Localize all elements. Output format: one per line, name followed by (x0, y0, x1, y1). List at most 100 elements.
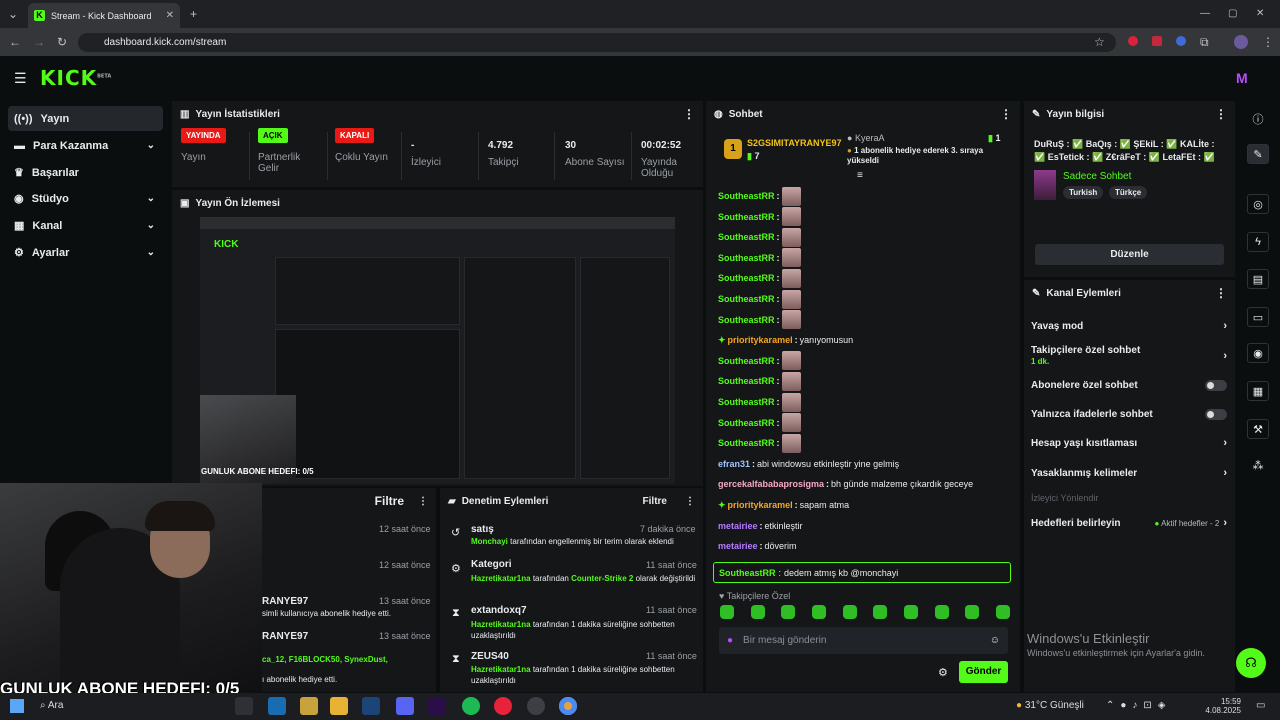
chat-settings-icon[interactable]: ⚙ (938, 666, 948, 679)
chat-username[interactable]: metairiee (718, 521, 758, 531)
support-headset-icon[interactable]: ☊ (1236, 648, 1266, 678)
url-bar[interactable]: dashboard.kick.com/stream (78, 33, 1116, 52)
edit-button[interactable]: Düzenle (1035, 244, 1224, 265)
chat-message[interactable]: ✦ prioritykaramel: yanıyomusun (718, 330, 1008, 350)
emote-picker-item[interactable] (781, 605, 796, 619)
emote-picker-item[interactable] (720, 605, 734, 619)
chat-message[interactable]: SoutheastRR: (718, 310, 1008, 330)
stream-preview-video[interactable]: KICK (200, 217, 675, 484)
mod-actor[interactable]: Monchayi (471, 537, 508, 546)
send-button[interactable]: Gönder (959, 661, 1008, 683)
task-view-icon[interactable] (235, 697, 253, 715)
edit-icon[interactable]: ✎ (1243, 141, 1273, 167)
premiere-icon[interactable] (428, 697, 446, 715)
chat-message[interactable]: SoutheastRR: (718, 371, 1008, 391)
chat-message[interactable]: SoutheastRR: (718, 268, 1008, 288)
chat-message[interactable]: SoutheastRR: (718, 186, 1008, 206)
chat-username[interactable]: SoutheastRR (718, 253, 775, 263)
opera-icon[interactable] (494, 697, 512, 715)
extension-icon[interactable] (1176, 36, 1186, 46)
category-link[interactable]: Sadece Sohbet (1063, 171, 1131, 182)
chat-username[interactable]: prioritykaramel (728, 500, 793, 510)
profile-avatar[interactable] (1234, 35, 1248, 49)
kick-logo[interactable]: KICKBETA (40, 66, 111, 90)
close-window-icon[interactable]: ✕ (1256, 6, 1264, 22)
taskbar-search[interactable]: ⌕ Ara (40, 700, 63, 711)
browser-tab[interactable]: K Stream - Kick Dashboard ✕ (28, 3, 180, 28)
slow-mode-item[interactable]: Yavaş mod › (1031, 316, 1227, 336)
app-icon[interactable] (300, 697, 318, 715)
chat-message[interactable]: SoutheastRR: (718, 392, 1008, 412)
sidebar-item-basarilar[interactable]: ♛ Başarılar (8, 160, 163, 185)
top-gifter-name[interactable]: S2GSIMITAYRANYE97 (747, 138, 842, 148)
emote-picker-item[interactable] (965, 605, 980, 619)
bookmark-star-icon[interactable]: ☆ (1094, 34, 1105, 50)
collapse-icon[interactable]: ≡ (857, 170, 863, 181)
chat-message[interactable]: SoutheastRR: (718, 351, 1008, 371)
chat-message[interactable]: metairiee: döverim (718, 536, 1008, 556)
account-age-item[interactable]: Hesap yaşı kısıtlaması › (1031, 433, 1227, 453)
emote-picker-item[interactable] (842, 605, 857, 619)
wrench-icon[interactable]: ⚒ (1243, 416, 1273, 442)
follower-only-item[interactable]: Takipçilere özel sohbet 1 dk. › (1031, 344, 1227, 368)
emoji-icon[interactable]: ☺ (990, 635, 1000, 646)
chat-message[interactable]: gercekalfababaprosigma: bh günde malzeme … (718, 474, 1008, 494)
sub-only-item[interactable]: Abonelere özel sohbet (1031, 375, 1227, 395)
chat-message[interactable]: metairiee: etkinleştir (718, 516, 1008, 536)
notes-icon[interactable]: ▤ (1243, 266, 1273, 292)
weather-widget[interactable]: ● 31°C Güneşli (1016, 700, 1084, 711)
chat-username[interactable]: SoutheastRR (718, 397, 775, 407)
emote-only-item[interactable]: Yalnızca ifadelerle sohbet (1031, 404, 1227, 424)
obs-icon[interactable] (527, 697, 545, 715)
emote-picker-item[interactable] (750, 605, 765, 619)
extensions-icon[interactable]: ⁂ (1243, 452, 1273, 478)
filter-button[interactable]: Filtre (643, 496, 667, 507)
discord-icon[interactable] (396, 697, 414, 715)
chat-username[interactable]: SoutheastRR (718, 438, 775, 448)
chat-username[interactable]: SoutheastRR (718, 273, 775, 283)
notification-icon[interactable]: ▭ (1256, 700, 1265, 711)
tab-search-icon[interactable]: ⌄ (8, 6, 18, 22)
emote-picker-item[interactable] (903, 605, 918, 619)
sub-only-toggle[interactable] (1205, 379, 1227, 391)
camera-icon[interactable]: ◎ (1243, 191, 1273, 217)
filter-button[interactable]: Filtre (375, 494, 404, 508)
clock[interactable]: 15:59 4.08.2025 (1205, 697, 1241, 715)
system-tray-icons[interactable]: ⌃●♪⊡◈ (1106, 700, 1172, 711)
extension-icon[interactable] (1152, 36, 1162, 46)
goals-item[interactable]: Hedefleri belirleyin ● Aktif hedefler - … (1031, 513, 1227, 533)
sidebar-item-para-kazanma[interactable]: ▬ Para Kazanma ⌄ (8, 133, 163, 158)
chat-input[interactable]: ● Bir mesaj gönderin ☺ (719, 627, 1008, 654)
banned-words-item[interactable]: Yasaklanmış kelimeler › (1031, 463, 1227, 483)
extension-icon[interactable] (1128, 36, 1138, 46)
more-options-icon[interactable]: ⋮ (418, 496, 428, 507)
sidebar-item-yayin[interactable]: ((•)) Yayın (8, 106, 163, 131)
chat-username[interactable]: SoutheastRR (718, 376, 775, 386)
steam-icon[interactable] (362, 697, 380, 715)
windows-start-icon[interactable] (10, 699, 24, 713)
chat-username[interactable]: SoutheastRR (718, 294, 775, 304)
chat-username[interactable]: metairiee (718, 541, 758, 551)
chat-message[interactable]: ✦ prioritykaramel: sapam atma (718, 495, 1008, 515)
more-options-icon[interactable]: ⋮ (1215, 107, 1227, 121)
chat-username[interactable]: SoutheastRR (719, 568, 776, 578)
chat-icon[interactable]: ▭ (1243, 304, 1273, 330)
maximize-icon[interactable]: ▢ (1228, 6, 1237, 22)
layout-icon[interactable]: ▦ (1243, 378, 1273, 404)
chat-message[interactable]: efran31: abi windowsu etkinleştir yine ge… (718, 454, 1008, 474)
chat-username[interactable]: SoutheastRR (718, 356, 775, 366)
reload-icon[interactable]: ↻ (57, 34, 67, 50)
broadcast-rail-icon[interactable]: ◉ (1243, 340, 1273, 366)
chat-message[interactable]: SoutheastRR: (718, 227, 1008, 247)
chat-username[interactable]: efran31 (718, 459, 750, 469)
emote-picker-item[interactable] (873, 605, 888, 619)
info-icon[interactable]: ⓘ (1243, 106, 1273, 132)
chat-username[interactable]: SoutheastRR (718, 191, 775, 201)
emote-picker-item[interactable] (934, 605, 949, 619)
menu-dots-icon[interactable]: ⋮ (1262, 34, 1274, 50)
chat-username[interactable]: prioritykaramel (728, 335, 793, 345)
chat-message[interactable]: SoutheastRR: (718, 413, 1008, 433)
new-tab-icon[interactable]: + (190, 6, 197, 22)
chat-username[interactable]: SoutheastRR (718, 315, 775, 325)
sidebar-item-studyo[interactable]: ◉ Stüdyo ⌄ (8, 186, 163, 211)
